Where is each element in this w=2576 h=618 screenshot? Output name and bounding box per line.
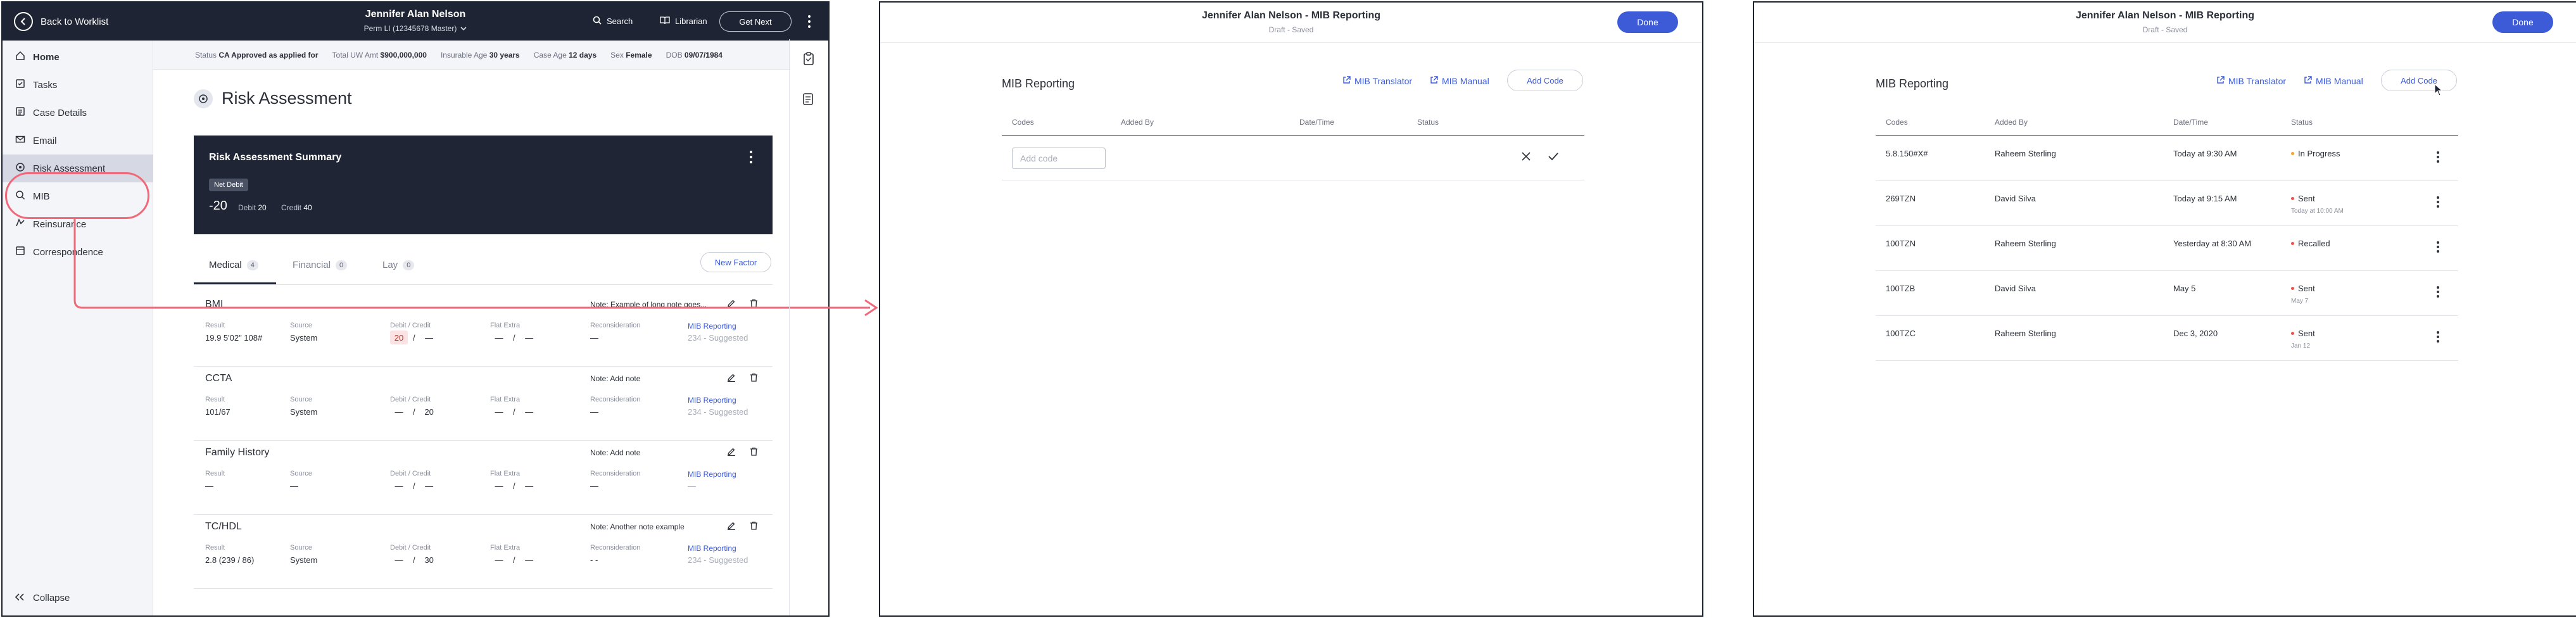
status-label: In Progress [2298,149,2340,158]
header-codes: Codes [1012,118,1034,127]
status-cell: Sent [2291,329,2315,338]
header-datetime: Date/Time [2173,118,2208,127]
section-title: MIB Reporting [1002,77,1075,90]
added-by-cell: Raheem Sterling [1995,329,2056,338]
status-label: Sent [2298,329,2315,338]
status-date: Today at 10:00 AM [2291,208,2344,215]
modal-top-bar: Jennifer Alan Nelson - MIB Reporting Dra… [1754,3,2576,43]
code-cell: 5.8.150#X# [1886,149,1928,158]
modal-subtitle: Draft - Saved [1268,25,1314,34]
status-cell: In Progress [2291,149,2340,158]
status-cell: Sent [2291,194,2315,203]
added-by-cell: David Silva [1995,284,2036,293]
clipboard-icon[interactable] [802,52,815,69]
modal-top-bar: Jennifer Alan Nelson - MIB Reporting Dra… [880,3,1702,43]
status-dot [2291,197,2294,200]
datetime-cell: Dec 3, 2020 [2173,329,2218,338]
mib-reporting-window-list: Jennifer Alan Nelson - MIB Reporting Dra… [1753,1,2576,617]
added-by-cell: David Silva [1995,194,2036,203]
header-status: Status [1417,118,1439,127]
table-row[interactable]: 100TZN Raheem Sterling Yesterday at 8:30 A… [1876,226,2458,271]
mib-manual-link[interactable]: MIB Manual [2304,76,2363,86]
more-menu-icon[interactable] [2437,196,2439,208]
header-datetime: Date/Time [1299,118,1334,127]
datetime-cell: Today at 9:30 AM [2173,149,2237,158]
modal-title: Jennifer Alan Nelson - MIB Reporting [2075,10,2255,21]
table-row[interactable]: 100TZC Raheem Sterling Dec 3, 2020 Sent Jan … [1876,316,2458,361]
external-link-icon [2304,76,2312,86]
status-dot [2291,152,2294,155]
mib-translator-link[interactable]: MIB Translator [2216,76,2286,86]
mouse-pointer-icon [2434,83,2443,99]
add-code-row [1002,136,1584,180]
code-cell: 100TZN [1886,239,1916,248]
flow-arrow [73,218,878,317]
datetime-cell: May 5 [2173,284,2196,293]
status-cell: Recalled [2291,239,2330,248]
status-dot [2291,332,2294,335]
status-label: Sent [2298,284,2315,293]
datetime-cell: Yesterday at 8:30 AM [2173,239,2252,248]
header-added-by: Added By [1121,118,1154,127]
datetime-cell: Today at 9:15 AM [2173,194,2237,203]
header-added-by: Added By [1995,118,2028,127]
mib-reporting-window-empty: Jennifer Alan Nelson - MIB Reporting Dra… [879,1,1703,617]
external-link-icon [2216,76,2225,86]
added-by-cell: Raheem Sterling [1995,239,2056,248]
add-code-button[interactable]: Add Code [1507,70,1583,91]
table-row[interactable]: 269TZN David Silva Today at 9:15 AM Sent Tod… [1876,181,2458,226]
add-code-button[interactable]: Add Code [2381,70,2457,91]
mib-manual-link[interactable]: MIB Manual [1430,76,1489,86]
more-menu-icon[interactable] [2437,151,2439,163]
add-code-input[interactable] [1012,148,1106,169]
status-dot [2291,242,2294,245]
code-cell: 100TZC [1886,329,1916,338]
table-row[interactable]: 100TZB David Silva May 5 Sent May 7 [1876,271,2458,316]
code-cell: 100TZB [1886,284,1916,293]
mib-translator-link[interactable]: MIB Translator [1342,76,1412,86]
table-row[interactable]: 5.8.150#X# Raheem Sterling Today at 9:30 A… [1876,136,2458,181]
table-header: Codes Added By Date/Time Status [1002,110,1584,136]
checkmark-icon[interactable] [1548,151,1559,165]
external-link-icon [1430,76,1438,86]
added-by-cell: Raheem Sterling [1995,149,2056,158]
header-codes: Codes [1886,118,1908,127]
code-cell: 269TZN [1886,194,1916,203]
more-menu-icon[interactable] [2437,331,2439,343]
done-button[interactable]: Done [1617,11,1678,33]
close-icon[interactable] [1521,151,1531,165]
notes-icon[interactable] [802,92,815,110]
external-link-icon [1342,76,1351,86]
more-menu-icon[interactable] [2437,241,2439,253]
more-menu-icon[interactable] [2437,286,2439,298]
right-rail [789,39,830,615]
modal-subtitle: Draft - Saved [2142,25,2188,34]
status-label: Sent [2298,194,2315,203]
status-date: Jan 12 [2291,343,2311,350]
status-cell: Sent [2291,284,2315,293]
table-header: Codes Added By Date/Time Status [1876,110,2458,136]
status-dot [2291,287,2294,290]
done-button[interactable]: Done [2492,11,2553,33]
header-status: Status [2291,118,2313,127]
status-date: May 7 [2291,298,2309,305]
section-title: MIB Reporting [1876,77,1949,90]
modal-title: Jennifer Alan Nelson - MIB Reporting [1201,10,1381,21]
status-label: Recalled [2298,239,2330,248]
